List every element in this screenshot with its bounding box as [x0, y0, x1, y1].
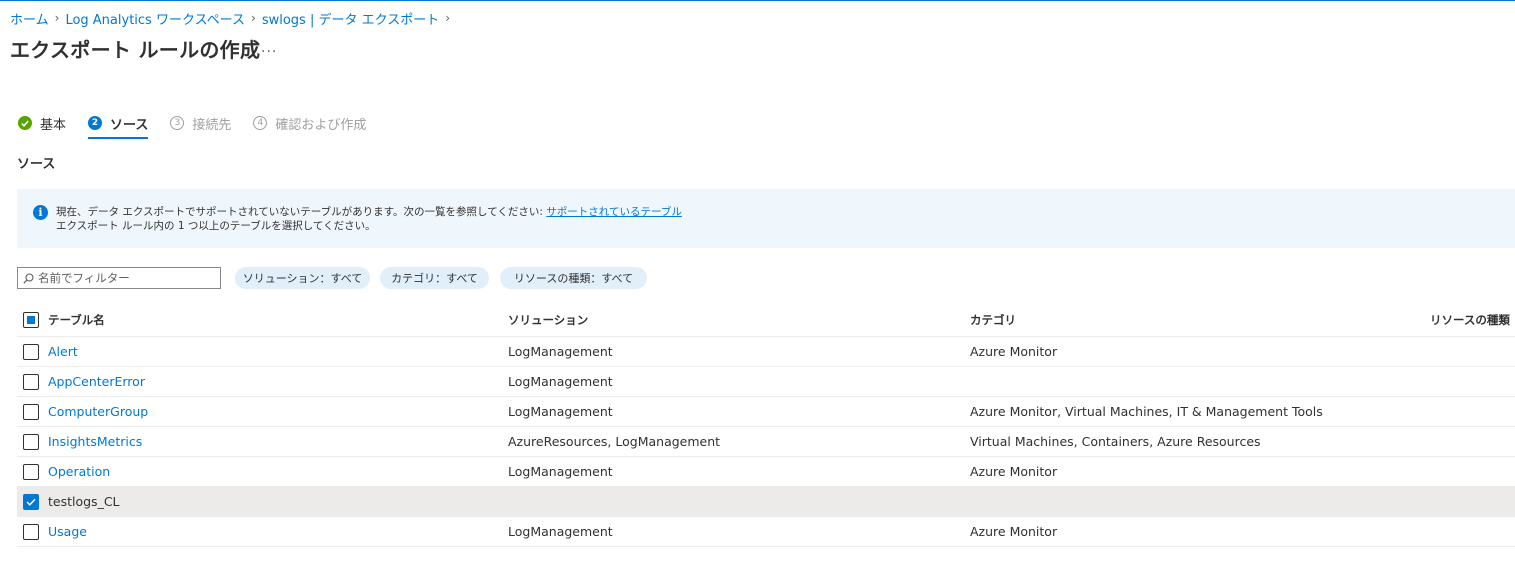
- chevron-right-icon: ›: [251, 11, 256, 25]
- step-number-icon: 3: [170, 116, 185, 130]
- chevron-right-icon: ›: [54, 11, 60, 25]
- table-row[interactable]: ComputerGroup LogManagement Azure Monito…: [17, 397, 1515, 427]
- row-checkbox[interactable]: [23, 433, 39, 450]
- tab-label: 基本: [40, 117, 67, 133]
- table-row[interactable]: InsightsMetrics AzureResources, LogManag…: [17, 427, 1515, 457]
- tab-label: 接続先: [192, 117, 232, 133]
- top-accent-line: [0, 0, 1515, 1]
- table-name-link[interactable]: Alert: [48, 344, 78, 359]
- filter-by-name-input[interactable]: [38, 271, 208, 285]
- category-cell: Azure Monitor: [970, 344, 1058, 359]
- row-checkbox[interactable]: [23, 523, 39, 540]
- row-checkbox-checked[interactable]: [23, 493, 39, 510]
- search-icon: [23, 272, 34, 284]
- tab-destination[interactable]: 3 接続先: [170, 114, 232, 133]
- tab-label: 確認および作成: [275, 117, 367, 133]
- table-row[interactable]: Operation LogManagement Azure Monitor: [17, 457, 1515, 487]
- row-checkbox[interactable]: [23, 463, 39, 480]
- table-row[interactable]: Alert LogManagement Azure Monitor: [17, 337, 1515, 367]
- section-title: ソース: [17, 157, 56, 172]
- solution-cell: LogManagement: [508, 464, 613, 479]
- step-number-icon: 2: [88, 116, 103, 130]
- checkmark-icon: [26, 498, 36, 506]
- row-checkbox[interactable]: [23, 373, 39, 390]
- info-message: 現在、データ エクスポートでサポートされていないテーブルがあります。次の一覧を参…: [56, 205, 682, 233]
- select-all-checkbox[interactable]: [23, 312, 39, 328]
- column-header-table-name[interactable]: テーブル名: [48, 304, 105, 336]
- category-cell: Azure Monitor, Virtual Machines, IT & Ma…: [970, 404, 1323, 419]
- tab-basics[interactable]: 基本: [18, 114, 67, 133]
- table-row-selected[interactable]: testlogs_CL: [17, 487, 1515, 517]
- table-name-link[interactable]: Usage: [48, 524, 87, 539]
- page-title: エクスポート ルールの作成: [10, 38, 261, 62]
- table-name-link[interactable]: AppCenterError: [48, 374, 145, 389]
- breadcrumb-log-analytics[interactable]: Log Analytics ワークスペース: [65, 9, 245, 28]
- solution-cell: LogManagement: [508, 374, 613, 389]
- tables-grid: テーブル名 ソリューション カテゴリ リソースの種類 Alert LogMana…: [17, 304, 1515, 547]
- solution-cell: LogManagement: [508, 524, 613, 539]
- info-icon: i: [33, 205, 48, 220]
- info-banner: i 現在、データ エクスポートでサポートされていないテーブルがあります。次の一覧…: [17, 189, 1515, 248]
- table-row[interactable]: Usage LogManagement Azure Monitor: [17, 517, 1515, 547]
- row-checkbox[interactable]: [23, 343, 39, 360]
- column-header-solution[interactable]: ソリューション: [508, 304, 588, 336]
- more-options-button[interactable]: ...: [261, 40, 277, 56]
- resource-type-filter-pill[interactable]: リソースの種類：すべて: [500, 267, 647, 289]
- table-header-row: テーブル名 ソリューション カテゴリ リソースの種類: [17, 304, 1515, 337]
- filter-search-box[interactable]: [17, 267, 221, 289]
- row-checkbox[interactable]: [23, 403, 39, 420]
- supported-tables-link[interactable]: サポートされているテーブル: [546, 206, 682, 218]
- table-name-link[interactable]: Operation: [48, 464, 110, 479]
- chevron-right-icon: ›: [445, 11, 451, 25]
- category-filter-pill[interactable]: カテゴリ：すべて: [380, 267, 489, 289]
- category-cell: Azure Monitor: [970, 524, 1058, 539]
- tab-label: ソース: [110, 117, 149, 133]
- solution-cell: AzureResources, LogManagement: [508, 434, 721, 449]
- wizard-steps: 基本 2 ソース 3 接続先 4 確認および作成: [18, 114, 388, 142]
- category-cell: Azure Monitor: [970, 464, 1058, 479]
- tab-review-create[interactable]: 4 確認および作成: [253, 114, 367, 133]
- step-number-icon: 4: [253, 116, 268, 130]
- category-cell: Virtual Machines, Containers, Azure Reso…: [970, 434, 1261, 449]
- table-name-text[interactable]: testlogs_CL: [48, 494, 120, 509]
- table-row[interactable]: AppCenterError LogManagement: [17, 367, 1515, 397]
- info-line-2: エクスポート ルール内の 1 つ以上のテーブルを選択してください。: [56, 220, 376, 232]
- breadcrumb-data-export[interactable]: swlogs | データ エクスポート: [262, 9, 439, 28]
- column-header-category[interactable]: カテゴリ: [970, 304, 1016, 336]
- checkmark-circle-icon: [18, 116, 32, 130]
- column-header-resource-type[interactable]: リソースの種類: [1430, 304, 1510, 336]
- table-name-link[interactable]: InsightsMetrics: [48, 434, 142, 449]
- tab-source[interactable]: 2 ソース: [88, 114, 149, 139]
- table-name-link[interactable]: ComputerGroup: [48, 404, 148, 419]
- solution-cell: LogManagement: [508, 344, 613, 359]
- solution-cell: LogManagement: [508, 404, 613, 419]
- breadcrumb: ホーム › Log Analytics ワークスペース › swlogs | デ…: [10, 9, 456, 28]
- solution-filter-pill[interactable]: ソリューション：すべて: [235, 267, 370, 289]
- breadcrumb-home[interactable]: ホーム: [10, 9, 49, 28]
- info-line-1: 現在、データ エクスポートでサポートされていないテーブルがあります。次の一覧を参…: [56, 206, 547, 218]
